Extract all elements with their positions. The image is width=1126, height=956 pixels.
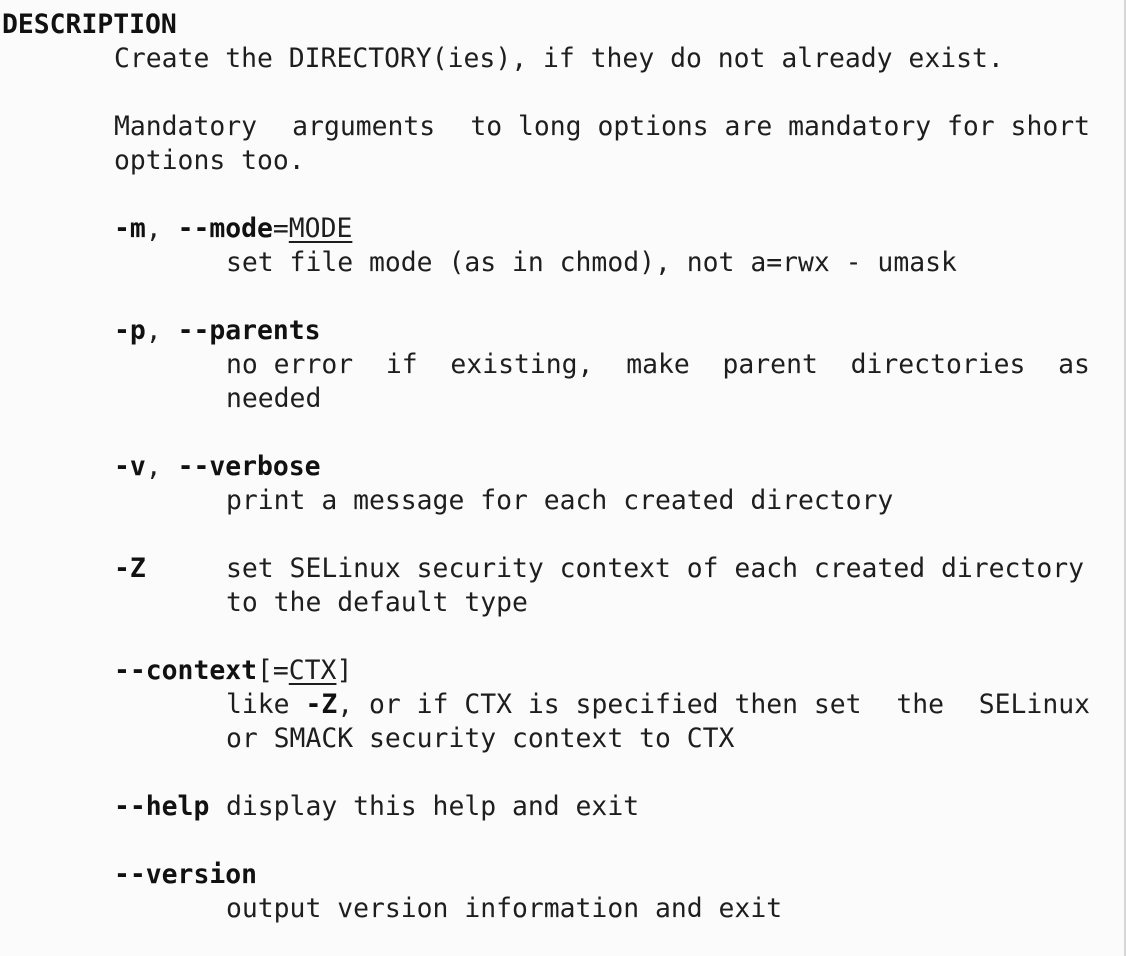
man-page: DESCRIPTION Create the DIRECTORY(ies), i… — [0, 0, 1126, 956]
option-bracket-close: ] — [336, 655, 353, 686]
option-separator: , — [145, 213, 178, 244]
description-word: no error — [226, 349, 354, 380]
option-argument: MODE — [288, 213, 353, 244]
mandatory-line-2: options too. — [114, 145, 305, 176]
mandatory-word: to long options are mandatory for short — [470, 111, 1090, 142]
option-selinux-description-1: set SELinux security context of each cre… — [226, 553, 1084, 584]
option-short-flag: -p — [114, 315, 146, 346]
description-word: parent — [722, 349, 818, 380]
option-separator: , — [145, 451, 178, 482]
option-verbose-description: print a message for each created directo… — [226, 485, 894, 516]
mandatory-word: Mandatory — [114, 111, 257, 142]
description-segment: like -Z, or if CTX is specified then set — [226, 688, 862, 722]
option-long-flag: --mode — [177, 213, 273, 244]
section-heading: DESCRIPTION — [2, 9, 177, 40]
description-word: if — [385, 349, 418, 380]
description-text: , or if CTX is specified then set — [337, 689, 862, 720]
option-argument: CTX — [288, 655, 337, 686]
option-context-description-1: like -Z, or if CTX is specified then set… — [226, 688, 1090, 722]
option-long-flag: --context — [114, 655, 257, 686]
option-context-description-2: or SMACK security context to CTX — [226, 723, 735, 754]
option-version-flag: --version — [114, 859, 257, 890]
option-parents-header: -p, --parents — [114, 314, 321, 348]
option-parents-description-2: needed — [226, 383, 322, 414]
option-short-flag: -v — [114, 451, 146, 482]
option-verbose-header: -v, --verbose — [114, 450, 321, 484]
description-prefix: like — [226, 689, 306, 720]
intro-line-1: Create the DIRECTORY(ies), if they do no… — [114, 43, 1004, 74]
description-word: directories — [850, 349, 1026, 380]
option-context-header: --context[=CTX] — [114, 654, 352, 688]
option-bracket-open: [= — [257, 655, 289, 686]
option-mode-description: set file mode (as in chmod), not a=rwx -… — [226, 247, 957, 278]
option-selinux-flag: -Z — [114, 553, 146, 584]
option-help-description: display this help and exit — [226, 791, 640, 822]
option-separator: , — [145, 315, 178, 346]
mandatory-word: arguments — [292, 111, 436, 142]
option-long-flag: --parents — [177, 315, 321, 346]
description-word: make — [626, 349, 690, 380]
description-word: existing, — [450, 349, 594, 380]
description-word: the — [896, 689, 944, 720]
option-short-flag: -m — [114, 213, 146, 244]
description-word: SELinux — [978, 689, 1090, 720]
inline-flag: -Z — [305, 689, 338, 720]
option-selinux-description-2: to the default type — [226, 587, 528, 618]
option-help-flag: --help — [114, 791, 210, 822]
option-parents-description-1: no error if existing, make parent direct… — [226, 348, 1090, 382]
description-word: as — [1058, 349, 1090, 380]
option-long-flag: --verbose — [177, 451, 321, 482]
option-equals: = — [272, 213, 289, 244]
mandatory-line-1: Mandatory arguments to long options are … — [114, 110, 1090, 144]
option-version-description: output version information and exit — [226, 893, 783, 924]
option-mode-header: -m, --mode=MODE — [114, 212, 352, 246]
